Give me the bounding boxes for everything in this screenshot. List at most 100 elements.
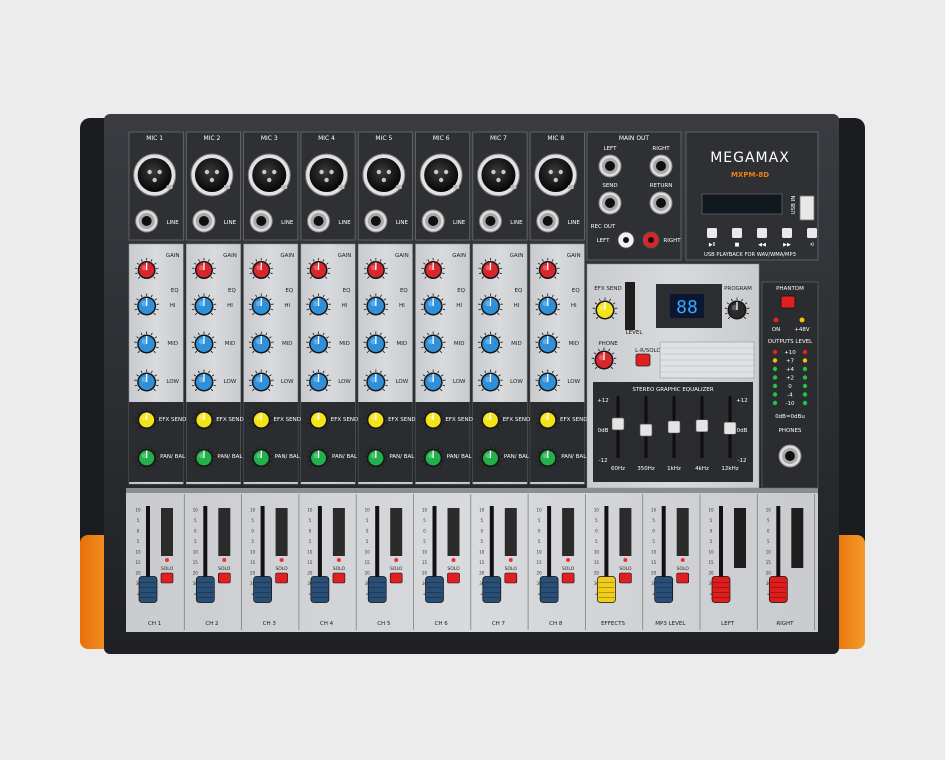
solo-button-6[interactable] (447, 572, 460, 584)
phones-label: PHONES (779, 428, 802, 434)
fader-label: CH 5 (377, 621, 391, 627)
fader-scale-label: 15 (594, 560, 600, 565)
fader-scale-label: 0 (710, 529, 713, 534)
line-input-6[interactable] (421, 209, 445, 233)
fader-scale-label: 5 (710, 518, 713, 523)
fader-cap-6[interactable] (425, 576, 444, 603)
fader-scale-label: 10 (422, 508, 428, 513)
pan-label: PAN/ BAL (447, 454, 473, 460)
xlr-input-2[interactable] (190, 153, 234, 197)
xlr-input-5[interactable] (362, 153, 406, 197)
line-input-2[interactable] (192, 209, 216, 233)
fader-scale-label: 5 (767, 518, 770, 523)
solo-button-3[interactable] (275, 572, 288, 584)
gain-label: GAIN (395, 253, 409, 259)
eq-mid-label: MID (167, 341, 178, 347)
usb-prev-button[interactable]: ◀◀ (757, 228, 767, 248)
eq-scale-top-right: +12 (736, 398, 748, 404)
line-input-1[interactable] (135, 209, 159, 233)
eq-band-label: 1kHz (667, 466, 681, 472)
line-input-3[interactable] (249, 209, 273, 233)
eq-label: EQ (572, 288, 580, 294)
fader-cap-5[interactable] (367, 576, 387, 603)
solo-button-2[interactable] (218, 572, 231, 584)
eq-low-label: LOW (281, 379, 294, 385)
rca-right-jack[interactable] (642, 231, 660, 249)
fader-cap-7[interactable] (482, 576, 502, 603)
xlr-input-3[interactable] (247, 153, 291, 197)
efx-send-label: EFX SEND (216, 417, 243, 423)
xlr-input-1[interactable] (133, 153, 177, 197)
fader-scale-label: 10 (479, 550, 485, 555)
eq-band-label: 4kHz (695, 466, 709, 472)
xlr-input-6[interactable] (419, 153, 463, 197)
play-pause-icon: ▶Ⅱ (709, 242, 715, 248)
fader-cap-8[interactable] (539, 576, 559, 603)
eq-slider-1kHz[interactable] (667, 420, 681, 434)
line-input-8[interactable] (536, 209, 560, 233)
solo-button-7[interactable] (504, 572, 518, 584)
main-out-left-jack[interactable] (598, 154, 622, 178)
fader-cap-3[interactable] (253, 576, 272, 603)
lr-solo-button[interactable] (635, 353, 651, 367)
fader-label: RIGHT (776, 621, 794, 627)
usb-next-button[interactable]: ▶▶ (782, 228, 792, 248)
solo-button-9[interactable] (619, 572, 632, 584)
fader-scale-label: 15 (135, 560, 141, 565)
xlr-input-4[interactable] (305, 153, 349, 197)
fader-scale-label: 15 (307, 560, 313, 565)
phantom-button[interactable] (780, 295, 796, 309)
meter-scale-label: +4 (786, 367, 795, 373)
xlr-input-7[interactable] (476, 153, 520, 197)
line-label: LINE (568, 220, 581, 226)
solo-button-8[interactable] (561, 572, 575, 584)
phones-jack[interactable] (778, 444, 802, 468)
outputs-level-label: OUTPUTS LEVEL (768, 339, 813, 345)
efx-send-label: EFX SEND (503, 417, 530, 423)
fader-scale-label: 5 (652, 539, 655, 544)
fader-cap-9[interactable] (597, 576, 616, 603)
solo-button-5[interactable] (389, 572, 403, 584)
fader-scale-label: 10 (479, 508, 485, 513)
efx-send-label: EFX SEND (159, 417, 186, 423)
fader-label: CH 7 (492, 621, 506, 627)
fader-scale-label: 0 (194, 529, 197, 534)
line-label: LINE (396, 220, 409, 226)
eq-label: EQ (457, 288, 465, 294)
line-input-5[interactable] (364, 209, 388, 233)
solo-button-1[interactable] (160, 572, 174, 584)
xlr-input-8[interactable] (534, 153, 578, 197)
eq-low-label: LOW (338, 379, 351, 385)
solo-label: SOLO (390, 566, 403, 572)
line-input-7[interactable] (478, 209, 502, 233)
gain-label: GAIN (166, 253, 180, 259)
channel-strip-1: MIC 1 LINE GAIN EQ HI MID LOW EFX SEND PAN/ BAL (128, 131, 186, 485)
solo-button-4[interactable] (332, 572, 346, 584)
meter-scale-label: -4 (787, 393, 793, 399)
gain-label: GAIN (567, 253, 581, 259)
send-jack[interactable] (598, 191, 622, 215)
solo-button-10[interactable] (676, 572, 690, 584)
stop-icon: ■ (735, 242, 740, 248)
fader-scale-label: 15 (422, 560, 428, 565)
eq-slider-350Hz[interactable] (639, 423, 653, 437)
fader-cap-12[interactable] (768, 576, 788, 603)
fader-cap-11[interactable] (711, 576, 731, 603)
main-out-right-jack[interactable] (649, 154, 673, 178)
rca-left-jack[interactable] (617, 231, 635, 249)
eq-slider-12kHz[interactable] (723, 421, 737, 435)
fader-cap-4[interactable] (310, 576, 330, 603)
fader-scale-label: 5 (595, 539, 598, 544)
peak-led (336, 558, 341, 562)
fader-scale-label: 20 (422, 571, 428, 576)
return-jack[interactable] (649, 191, 673, 215)
usb-port[interactable] (799, 195, 815, 221)
fader-cap-10[interactable] (654, 576, 674, 603)
eq-band-label: 12kHz (721, 466, 738, 472)
fader-cap-2[interactable] (195, 576, 215, 603)
eq-slider-4kHz[interactable] (695, 419, 709, 433)
line-input-4[interactable] (307, 209, 331, 233)
fader-cap-1[interactable] (138, 576, 158, 603)
return-label: RETURN (650, 183, 673, 189)
eq-slider-60Hz[interactable] (611, 417, 625, 431)
